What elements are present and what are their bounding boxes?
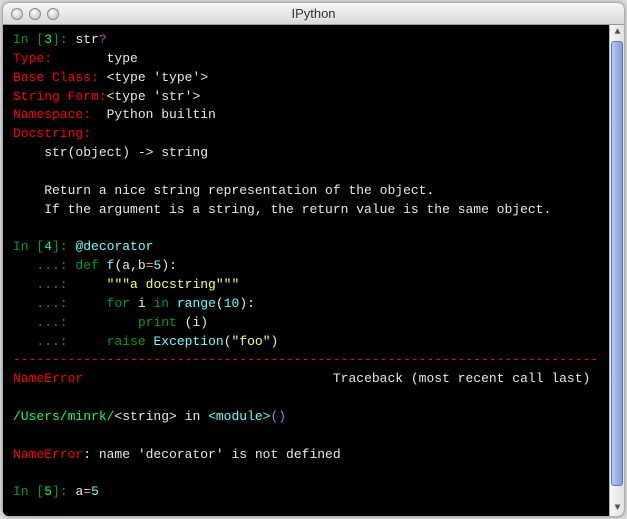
kw-def: def xyxy=(75,258,98,273)
sp xyxy=(99,258,107,273)
scroll-thumb[interactable] xyxy=(611,41,623,486)
args: (i) xyxy=(177,315,208,330)
builtin: range xyxy=(177,296,216,311)
traceback-header: Traceback (most recent call last) xyxy=(333,371,590,386)
error-name: NameError xyxy=(13,371,83,386)
prompt-close: ]: xyxy=(52,239,75,254)
indent xyxy=(75,296,106,311)
comma: , xyxy=(130,258,138,273)
code-text: str xyxy=(75,32,98,47)
prompt-cont: ...: xyxy=(13,258,75,273)
kw-raise: raise xyxy=(107,334,146,349)
info-label: String Form: xyxy=(13,89,107,104)
prompt-in: In [ xyxy=(13,484,44,499)
code-decorator: @decorator xyxy=(75,239,153,254)
info-label: Type: xyxy=(13,51,107,66)
arg: b xyxy=(138,258,146,273)
paren: ): xyxy=(161,258,177,273)
info-value: <type 'str'> xyxy=(107,89,201,104)
prompt-num: 5 xyxy=(44,484,52,499)
info-label: Base Class: xyxy=(13,70,107,85)
info-value: <type 'type'> xyxy=(107,70,208,85)
terminal-body: In [3]: str? Type: type Base Class: <typ… xyxy=(3,25,624,516)
info-value: type xyxy=(107,51,138,66)
help-qmark: ? xyxy=(99,32,107,47)
var: i xyxy=(130,296,153,311)
prompt-in: In [ xyxy=(13,32,44,47)
error-msg: : name 'decorator' is not defined xyxy=(83,447,340,462)
prompt-cont: ...: xyxy=(13,315,75,330)
close-icon[interactable] xyxy=(11,8,23,20)
terminal-output[interactable]: In [3]: str? Type: type Base Class: <typ… xyxy=(3,25,609,516)
prompt-close: ]: xyxy=(52,484,75,499)
info-value: Python builtin xyxy=(107,107,216,122)
op-eq: = xyxy=(146,258,154,273)
paren: ( xyxy=(224,334,232,349)
traffic-lights xyxy=(11,8,59,20)
titlebar[interactable]: IPython xyxy=(3,3,624,25)
docstring-line: str(object) -> string xyxy=(13,145,208,160)
arg: a xyxy=(122,258,130,273)
paren: ): xyxy=(239,296,255,311)
scroll-down-icon[interactable]: ▼ xyxy=(610,501,624,516)
prompt-num: 4 xyxy=(44,239,52,254)
tb-path: /Users/minrk/ xyxy=(13,409,114,424)
builtin-print: print xyxy=(138,315,177,330)
terminal-window: IPython In [3]: str? Type: type Base Cla… xyxy=(3,3,624,516)
zoom-icon[interactable] xyxy=(47,8,59,20)
num-lit: 10 xyxy=(224,296,240,311)
prompt-close: ]: xyxy=(52,32,75,47)
str-lit: "foo" xyxy=(232,334,271,349)
pad xyxy=(83,371,333,386)
paren: ) xyxy=(271,334,279,349)
prompt-cont: ...: xyxy=(13,334,75,349)
traceback-sep: ----------------------------------------… xyxy=(13,352,598,367)
info-label: Namespace: xyxy=(13,107,107,122)
window-title: IPython xyxy=(3,6,624,21)
prompt-in: In [ xyxy=(13,239,44,254)
docstring-line: If the argument is a string, the return … xyxy=(13,202,551,217)
exc-class: Exception xyxy=(153,334,223,349)
prompt-cont: ...: xyxy=(13,277,75,292)
kw-in: in xyxy=(153,296,169,311)
kw-for: for xyxy=(107,296,130,311)
error-name: NameError xyxy=(13,447,83,462)
num-lit: 5 xyxy=(91,484,99,499)
op-eq: = xyxy=(83,484,91,499)
indent xyxy=(75,334,106,349)
prompt-cont: ...: xyxy=(13,296,75,311)
indent xyxy=(75,277,106,292)
docstring-line: Return a nice string representation of t… xyxy=(13,183,434,198)
tb-file: <string> xyxy=(114,409,176,424)
tb-in: in xyxy=(177,409,208,424)
info-label: Docstring: xyxy=(13,126,91,141)
docstring: """a docstring""" xyxy=(107,277,240,292)
scroll-up-icon[interactable]: ▲ xyxy=(610,25,624,40)
sp xyxy=(169,296,177,311)
scrollbar[interactable]: ▲ ▼ xyxy=(609,25,624,516)
tb-tail: () xyxy=(270,409,286,424)
prompt-num: 3 xyxy=(44,32,52,47)
paren: ( xyxy=(216,296,224,311)
minimize-icon[interactable] xyxy=(29,8,41,20)
indent xyxy=(75,315,137,330)
tb-module: <module> xyxy=(208,409,270,424)
